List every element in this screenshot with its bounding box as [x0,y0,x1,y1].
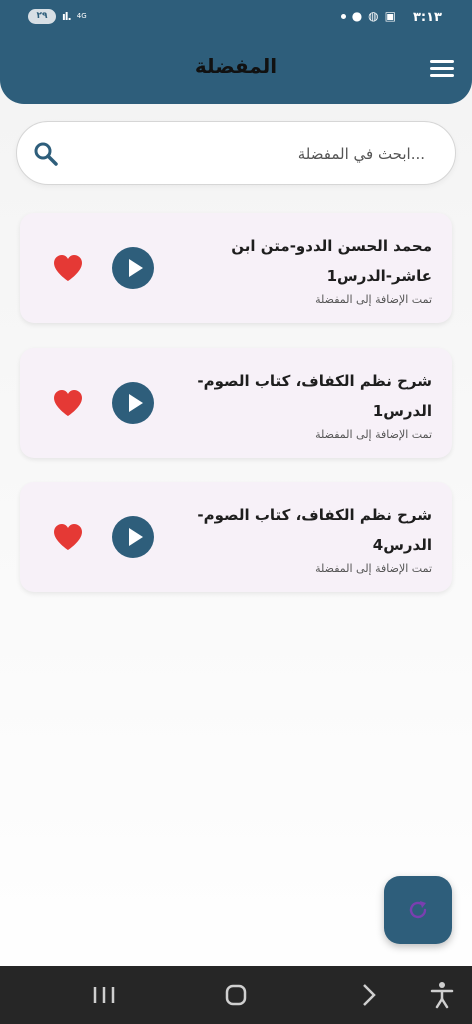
back-icon [363,984,376,1006]
app-bar: ٢٩ ıl. 4G ● ◍ ▣ ٣:١٣ المفضلة [0,0,472,104]
play-button[interactable] [112,516,154,558]
play-button[interactable] [112,247,154,289]
refresh-button[interactable] [384,876,452,944]
accessibility-icon [430,982,454,1009]
favorite-subtitle: تمت الإضافة إلى المفضلة [315,428,432,441]
screenshot-icon: ▣ [384,9,396,23]
search-input[interactable] [95,138,425,170]
play-button[interactable] [112,382,154,424]
recent-apps-icon [93,987,115,1003]
accessibility-button[interactable] [412,966,472,1024]
search-bar [16,121,456,185]
play-icon [129,394,143,412]
favorite-subtitle: تمت الإضافة إلى المفضلة [315,562,432,575]
network-type: 4G [76,12,87,20]
signal-icon: ıl. [62,10,72,23]
search-icon[interactable] [33,141,59,167]
favorite-title: شرح نظم الكفاف، كتاب الصوم-الدرس4 [197,506,432,554]
home-button[interactable] [206,966,266,1024]
status-bar: ٢٩ ıl. 4G ● ◍ ▣ ٣:١٣ [0,0,472,36]
recent-apps-button[interactable] [74,966,134,1024]
status-time: ٣:١٣ [412,10,442,25]
favorite-subtitle: تمت الإضافة إلى المفضلة [315,293,432,306]
menu-icon[interactable] [430,60,454,78]
system-nav-bar [0,966,472,1024]
message-icon: ● [351,9,363,23]
play-icon [129,528,143,546]
favorite-title: شرح نظم الكفاف، كتاب الصوم-الدرس1 [197,372,432,420]
heart-icon[interactable] [52,522,84,552]
heart-icon[interactable] [52,388,84,418]
favorite-item-3[interactable]: شرح نظم الكفاف، كتاب الصوم-الدرس4 تمت ال… [20,482,452,592]
play-icon [129,259,143,277]
refresh-icon [409,901,427,919]
favorite-title: محمد الحسن الددو-متن ابن عاشر-الدرس1 [231,237,432,285]
status-left: ٢٩ ıl. 4G [28,9,87,24]
favorite-item-2[interactable]: شرح نظم الكفاف، كتاب الصوم-الدرس1 تمت ال… [20,348,452,458]
back-button[interactable] [338,966,398,1024]
notification-dot-icon [340,13,346,19]
home-icon [225,984,247,1006]
status-right: ● ◍ ▣ [340,9,396,23]
page-title: المفضلة [194,54,278,78]
battery-indicator: ٢٩ [28,9,56,24]
location-icon: ◍ [368,9,379,23]
heart-icon[interactable] [52,253,84,283]
favorite-item-1[interactable]: محمد الحسن الددو-متن ابن عاشر-الدرس1 تمت… [20,213,452,323]
